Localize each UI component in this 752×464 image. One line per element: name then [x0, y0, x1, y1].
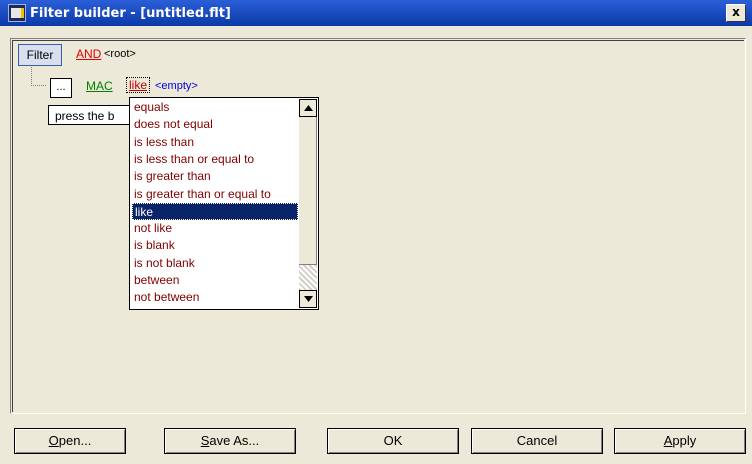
hint-tooltip: press the b [48, 105, 138, 125]
scroll-down-button[interactable] [299, 290, 317, 308]
operator-dropdown-list[interactable]: equals does not equal is less than is less … [129, 97, 319, 310]
dropdown-option[interactable]: not between [132, 289, 298, 306]
close-button[interactable]: x [726, 4, 746, 22]
apply-button[interactable]: Apply [614, 428, 746, 454]
dropdown-option[interactable]: between [132, 272, 298, 289]
dropdown-option[interactable]: like [132, 202, 298, 220]
open-button[interactable]: Open... [14, 428, 126, 454]
dropdown-option[interactable]: is less than [132, 134, 298, 151]
filter-builder-window: Filter builder - [untitled.flt] x Filter… [0, 0, 752, 464]
ok-button[interactable]: OK [327, 428, 459, 454]
scroll-up-button[interactable] [299, 99, 317, 117]
tree-connector [31, 67, 46, 86]
dropdown-scrollbar[interactable] [299, 99, 317, 308]
app-icon [8, 4, 26, 22]
filter-button[interactable]: Filter [18, 44, 62, 66]
scroll-track[interactable] [299, 265, 317, 290]
dropdown-option[interactable]: equals [132, 99, 298, 116]
group-operator-link[interactable]: AND [76, 47, 101, 61]
filter-tree-panel [10, 38, 746, 414]
dropdown-option[interactable]: not like [132, 220, 298, 237]
cancel-button[interactable]: Cancel [471, 428, 603, 454]
dropdown-option[interactable]: does not equal [132, 116, 298, 133]
root-label: <root> [104, 48, 136, 60]
dropdown-option[interactable]: is greater than [132, 168, 298, 185]
condition-operator-link[interactable]: like [126, 77, 151, 93]
dropdown-option[interactable]: is blank [132, 237, 298, 254]
value-link[interactable]: <empty> [155, 80, 198, 92]
dropdown-option[interactable]: is not blank [132, 255, 298, 272]
save-as-button[interactable]: Save As... [164, 428, 296, 454]
triangle-down-icon [303, 296, 313, 302]
condition-menu-button[interactable]: ... [50, 78, 72, 98]
dropdown-option[interactable]: is less than or equal to [132, 151, 298, 168]
dropdown-option[interactable]: is greater than or equal to [132, 186, 298, 203]
window-title: Filter builder - [untitled.flt] [30, 5, 231, 21]
triangle-up-icon [303, 105, 313, 111]
title-bar[interactable]: Filter builder - [untitled.flt] x [0, 0, 752, 26]
field-link[interactable]: MAC [86, 79, 113, 93]
scroll-thumb[interactable] [299, 117, 317, 265]
